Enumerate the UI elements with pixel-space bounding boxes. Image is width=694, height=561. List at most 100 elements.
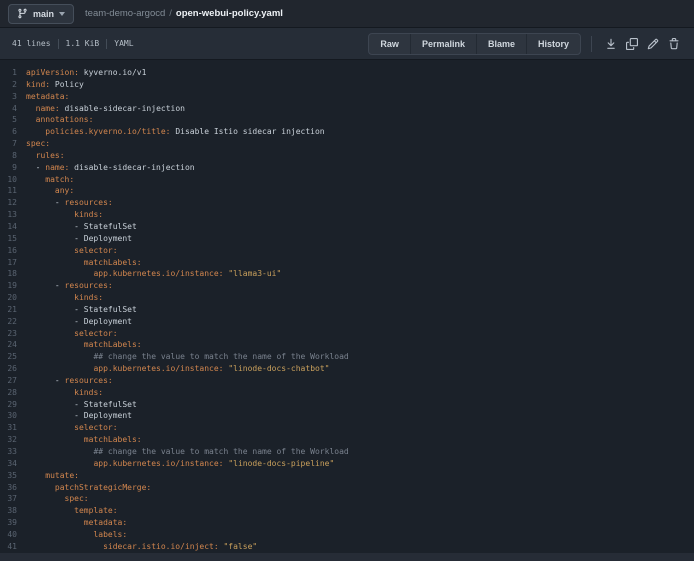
- line-number[interactable]: 24: [0, 339, 26, 351]
- line-number[interactable]: 15: [0, 233, 26, 245]
- line-number[interactable]: 39: [0, 517, 26, 529]
- line-number[interactable]: 21: [0, 304, 26, 316]
- code-line: 30 - Deployment: [0, 410, 694, 422]
- history-button[interactable]: History: [526, 34, 580, 54]
- line-number[interactable]: 12: [0, 197, 26, 209]
- line-number[interactable]: 25: [0, 351, 26, 363]
- line-number[interactable]: 41: [0, 541, 26, 553]
- line-number[interactable]: 37: [0, 493, 26, 505]
- code-text: matchLabels:: [26, 339, 142, 351]
- copy-button[interactable]: [621, 33, 642, 54]
- code-text: - Deployment: [26, 410, 132, 422]
- line-number[interactable]: 5: [0, 114, 26, 126]
- line-number[interactable]: 33: [0, 446, 26, 458]
- line-number[interactable]: 30: [0, 410, 26, 422]
- code-text: matchLabels:: [26, 434, 142, 446]
- file-lines-count: 41 lines: [12, 39, 51, 48]
- code-text: - StatefulSet: [26, 399, 137, 411]
- code-text: kinds:: [26, 209, 103, 221]
- code-text: - StatefulSet: [26, 304, 137, 316]
- line-number[interactable]: 13: [0, 209, 26, 221]
- line-number[interactable]: 7: [0, 138, 26, 150]
- code-line: 40 labels:: [0, 529, 694, 541]
- line-number[interactable]: 9: [0, 162, 26, 174]
- permalink-button[interactable]: Permalink: [410, 34, 476, 54]
- edit-button[interactable]: [642, 33, 663, 54]
- code-line: 25 ## change the value to match the name…: [0, 351, 694, 363]
- code-line: 16 selector:: [0, 245, 694, 257]
- line-number[interactable]: 36: [0, 482, 26, 494]
- line-number[interactable]: 26: [0, 363, 26, 375]
- info-divider: [106, 39, 107, 49]
- line-number[interactable]: 16: [0, 245, 26, 257]
- line-number[interactable]: 34: [0, 458, 26, 470]
- line-number[interactable]: 28: [0, 387, 26, 399]
- file-info: 41 lines 1.1 KiB YAML: [10, 39, 134, 49]
- code-line: 33 ## change the value to match the name…: [0, 446, 694, 458]
- code-line: 26 app.kubernetes.io/instance: "linode-d…: [0, 363, 694, 375]
- file-view-button-group: Raw Permalink Blame History: [368, 33, 581, 55]
- code-line: 27 - resources:: [0, 375, 694, 387]
- branch-name: main: [33, 9, 54, 19]
- line-number[interactable]: 27: [0, 375, 26, 387]
- line-number[interactable]: 19: [0, 280, 26, 292]
- code-text: rules:: [26, 150, 65, 162]
- line-number[interactable]: 35: [0, 470, 26, 482]
- branch-selector[interactable]: main: [8, 4, 74, 24]
- code-text: kind: Policy: [26, 79, 84, 91]
- line-number[interactable]: 17: [0, 257, 26, 269]
- edit-pencil-icon: [647, 38, 659, 50]
- line-number[interactable]: 10: [0, 174, 26, 186]
- code-text: patchStrategicMerge:: [26, 482, 151, 494]
- line-number[interactable]: 29: [0, 399, 26, 411]
- code-text: kinds:: [26, 387, 103, 399]
- line-number[interactable]: 38: [0, 505, 26, 517]
- line-number[interactable]: 14: [0, 221, 26, 233]
- line-number[interactable]: 20: [0, 292, 26, 304]
- code-line: 41 sidecar.istio.io/inject: "false": [0, 541, 694, 553]
- line-number[interactable]: 22: [0, 316, 26, 328]
- code-line: 10 match:: [0, 174, 694, 186]
- code-line: 1apiVersion: kyverno.io/v1: [0, 67, 694, 79]
- breadcrumb-separator: /: [169, 8, 172, 19]
- code-line: 11 any:: [0, 185, 694, 197]
- code-text: annotations:: [26, 114, 93, 126]
- line-number[interactable]: 4: [0, 103, 26, 115]
- line-number[interactable]: 3: [0, 91, 26, 103]
- code-line: 38 template:: [0, 505, 694, 517]
- download-button[interactable]: [600, 33, 621, 54]
- line-number[interactable]: 40: [0, 529, 26, 541]
- line-number[interactable]: 31: [0, 422, 26, 434]
- code-line: 19 - resources:: [0, 280, 694, 292]
- code-view: 1apiVersion: kyverno.io/v12kind: Policy3…: [0, 60, 694, 553]
- line-number[interactable]: 32: [0, 434, 26, 446]
- line-number[interactable]: 18: [0, 268, 26, 280]
- code-text: any:: [26, 185, 74, 197]
- code-line: 35 mutate:: [0, 470, 694, 482]
- code-text: selector:: [26, 328, 118, 340]
- line-number[interactable]: 23: [0, 328, 26, 340]
- code-text: name: disable-sidecar-injection: [26, 103, 185, 115]
- file-language-badge: YAML: [114, 39, 133, 48]
- code-line: 12 - resources:: [0, 197, 694, 209]
- line-number[interactable]: 2: [0, 79, 26, 91]
- breadcrumb-directory[interactable]: team-demo-argocd: [85, 8, 165, 19]
- code-text: - name: disable-sidecar-injection: [26, 162, 195, 174]
- line-number[interactable]: 6: [0, 126, 26, 138]
- file-header-bar: 41 lines 1.1 KiB YAML Raw Permalink Blam…: [0, 28, 694, 60]
- code-text: spec:: [26, 138, 50, 150]
- code-line: 17 matchLabels:: [0, 257, 694, 269]
- code-text: - resources:: [26, 375, 113, 387]
- delete-button[interactable]: [663, 33, 684, 54]
- code-text: - StatefulSet: [26, 221, 137, 233]
- line-number[interactable]: 11: [0, 185, 26, 197]
- line-number[interactable]: 8: [0, 150, 26, 162]
- code-line: 9 - name: disable-sidecar-injection: [0, 162, 694, 174]
- line-number[interactable]: 1: [0, 67, 26, 79]
- code-line: 22 - Deployment: [0, 316, 694, 328]
- code-line: 34 app.kubernetes.io/instance: "linode-d…: [0, 458, 694, 470]
- raw-button[interactable]: Raw: [369, 34, 410, 54]
- code-text: apiVersion: kyverno.io/v1: [26, 67, 146, 79]
- delete-trash-icon: [668, 38, 680, 50]
- blame-button[interactable]: Blame: [476, 34, 526, 54]
